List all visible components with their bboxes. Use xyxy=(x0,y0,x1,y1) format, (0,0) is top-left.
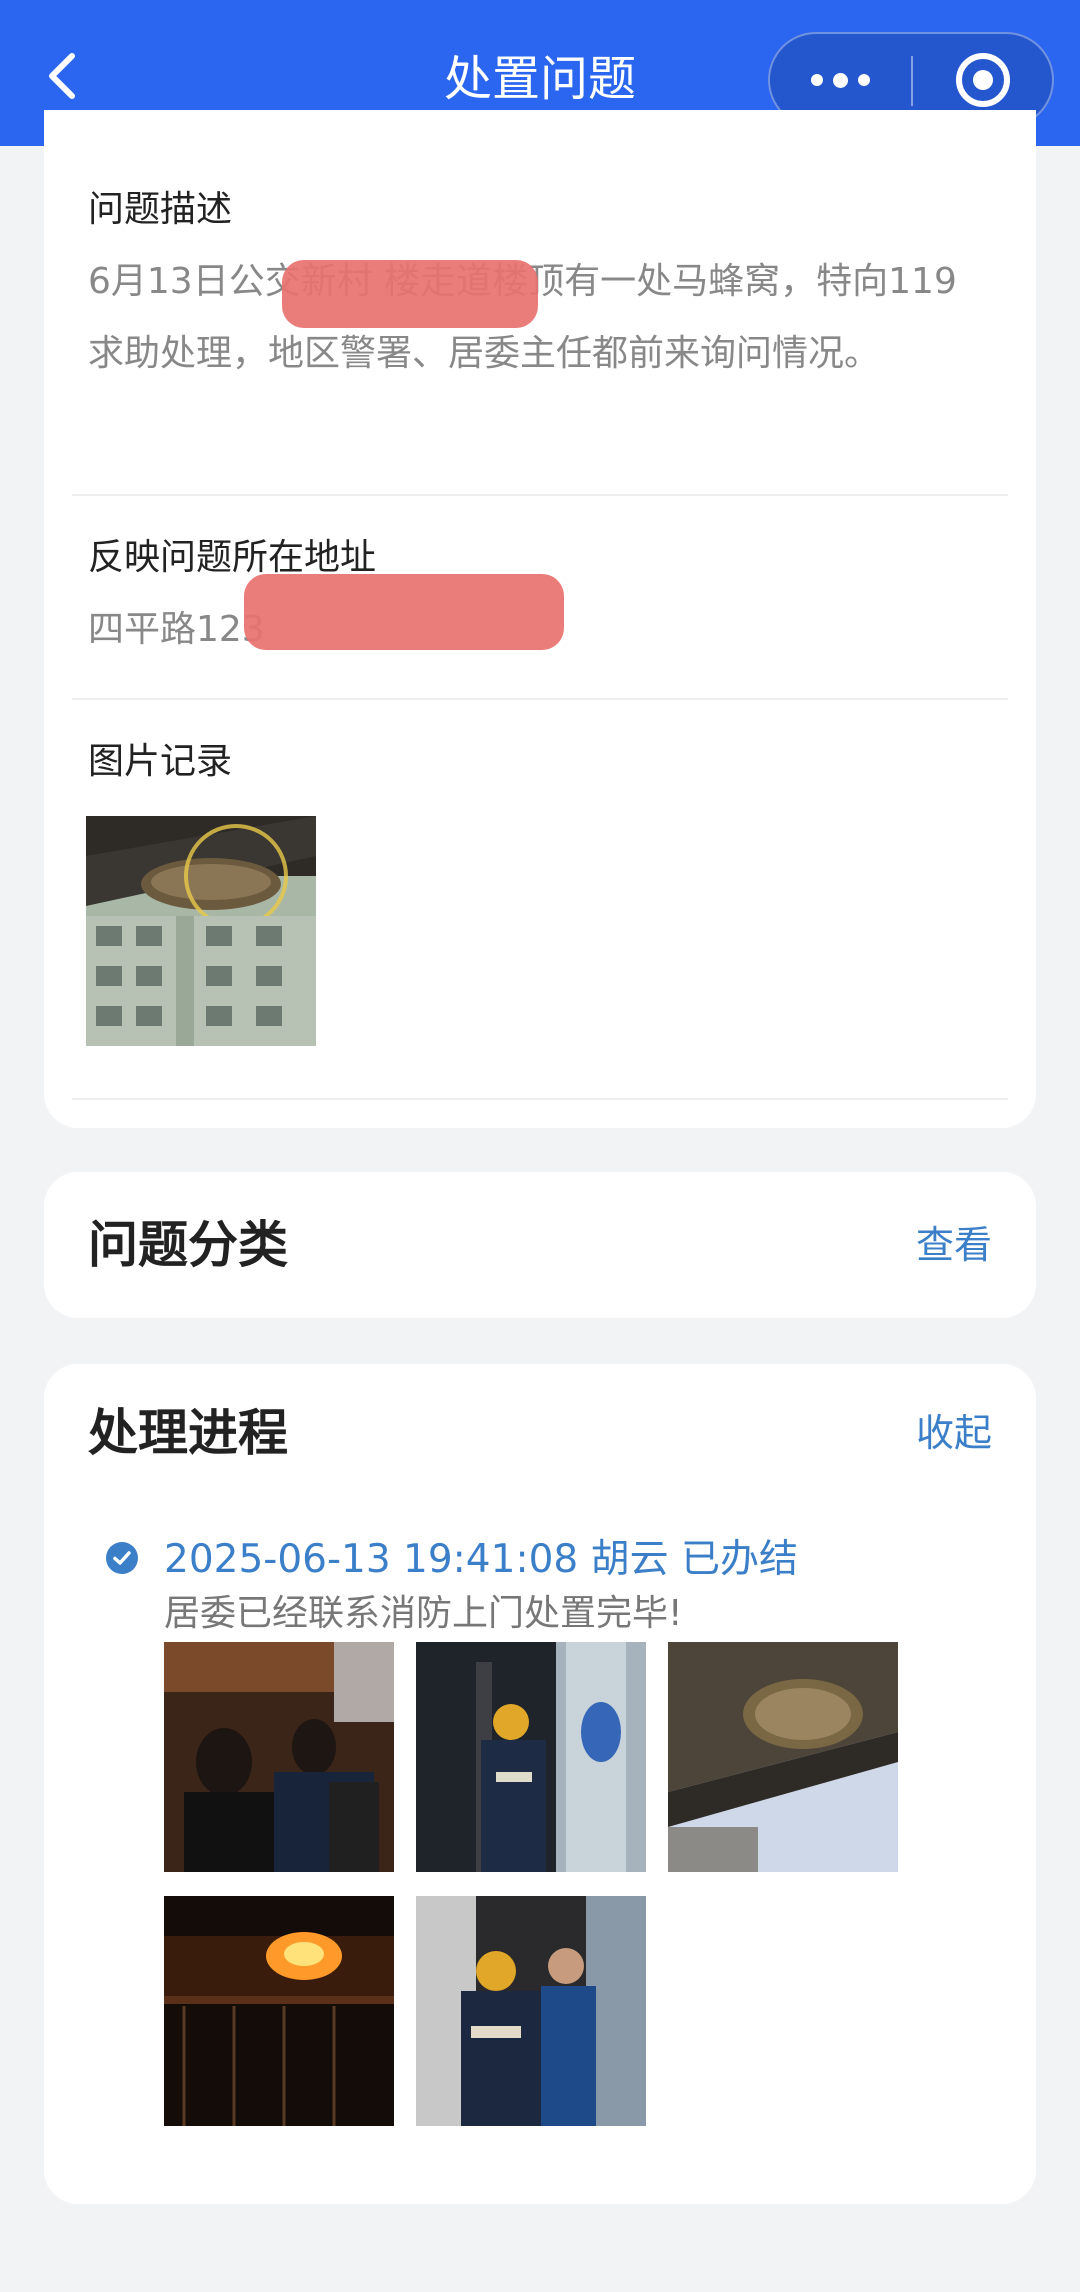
divider xyxy=(72,698,1008,700)
entry-description: 居委已经联系消防上门处置完毕! xyxy=(164,1593,683,1634)
progress-title: 处理进程 xyxy=(88,1404,288,1462)
check-circle-icon xyxy=(106,1542,138,1574)
residents-in-hallway-photo[interactable] xyxy=(164,1642,394,1872)
divider xyxy=(72,494,1008,496)
category-title: 问题分类 xyxy=(88,1216,288,1274)
timeline-entry-header: 2025-06-13 19:41:08 胡云 已办结 xyxy=(164,1534,798,1586)
burning-nest-at-night-photo[interactable] xyxy=(164,1896,394,2126)
problem-detail-card: 问题描述 6月13日公交新村 楼走道楼顶有一处马蜂窝，特向119求助处理，地区警… xyxy=(44,110,1036,1128)
redaction-mark xyxy=(282,260,538,328)
view-category-link[interactable]: 查看 xyxy=(916,1210,992,1280)
description-text: 6月13日公交新村 楼走道楼顶有一处马蜂窝，特向119求助处理，地区警署、居委主… xyxy=(88,261,957,374)
firefighter-in-corridor-photo[interactable] xyxy=(416,1642,646,1872)
wasp-nest-on-building-photo[interactable] xyxy=(86,816,316,1046)
category-card: 问题分类 查看 xyxy=(44,1172,1036,1318)
redaction-mark xyxy=(244,574,564,650)
entry-datetime: 2025-06-13 19:41:08 xyxy=(164,1537,579,1582)
firefighters-with-resident-photo[interactable] xyxy=(416,1896,646,2126)
photos-label: 图片记录 xyxy=(88,741,233,782)
divider xyxy=(72,1098,1008,1100)
description-label: 问题描述 xyxy=(88,189,233,230)
wasp-nest-under-ledge-photo[interactable] xyxy=(668,1642,898,1872)
more-dots-icon xyxy=(810,74,823,86)
collapse-link[interactable]: 收起 xyxy=(916,1398,992,1468)
entry-status: 已办结 xyxy=(681,1537,799,1582)
entry-handler: 胡云 xyxy=(590,1537,669,1582)
progress-card: 处理进程 收起 2025-06-13 19:41:08 胡云 已办结 居委已经联… xyxy=(44,1364,1036,2204)
